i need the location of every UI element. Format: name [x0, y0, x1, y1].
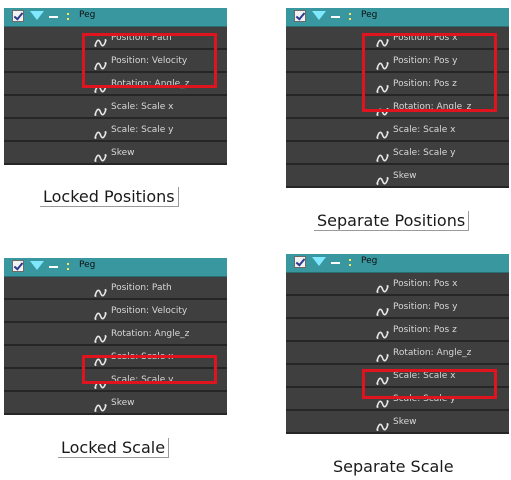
function-row[interactable]: Position: Pos x [286, 273, 509, 296]
checkbox-icon[interactable] [12, 260, 24, 272]
minus-icon [331, 262, 340, 264]
peg-label: Peg [361, 10, 378, 20]
checkbox-icon[interactable] [12, 10, 24, 22]
function-rows: Position: Pos x Position: Pos y Position: … [286, 273, 509, 434]
function-row-label: Position: Pos y [393, 301, 458, 312]
function-row-content: Position: Pos z [376, 319, 457, 340]
function-curve-icon [376, 417, 389, 431]
function-row-label: Rotation: Angle_z [111, 328, 190, 339]
highlight-box [82, 33, 217, 88]
function-row-label: Position: Pos x [393, 278, 458, 289]
function-rows: Position: Path Position: Velocity Rotation… [4, 277, 227, 415]
function-row[interactable]: Skew [4, 392, 227, 415]
function-row[interactable]: Position: Velocity [4, 300, 227, 323]
highlight-box [362, 33, 497, 112]
function-row-label: Position: Pos z [393, 324, 457, 335]
function-row-content: Skew [94, 392, 135, 413]
caption-separate-scale: Separate Scale [333, 457, 454, 476]
function-curve-icon [94, 102, 107, 116]
function-row-content: Skew [94, 142, 135, 163]
function-row-content: Scale: Scale x [94, 96, 174, 117]
function-row-label: Scale: Scale x [393, 124, 456, 135]
checkbox-icon[interactable] [294, 10, 306, 22]
minus-icon [49, 16, 58, 18]
function-row-label: Position: Velocity [111, 305, 188, 316]
function-row-content: Position: Pos x [376, 273, 457, 294]
function-curve-icon [376, 348, 389, 362]
function-row-label: Skew [393, 170, 417, 181]
function-row-content: Rotation: Angle_z [376, 342, 471, 363]
triangle-down-icon[interactable] [30, 11, 44, 20]
peg-label: Peg [79, 10, 96, 20]
function-row-content: Scale: Scale x [376, 119, 456, 140]
highlight-box [82, 355, 217, 384]
function-curve-icon [376, 279, 389, 293]
function-curve-icon [94, 306, 107, 320]
peg-layer-header[interactable]: Peg [4, 8, 227, 27]
peg-dots-icon [66, 262, 71, 272]
peg-layer-header[interactable]: Peg [286, 8, 509, 27]
function-row-label: Position: Path [111, 282, 172, 293]
peg-layer-header[interactable]: Peg [4, 258, 227, 277]
layer-panel-locked-scale: Peg Position: Path Position: Velocity Rota… [4, 258, 227, 415]
function-row[interactable]: Rotation: Angle_z [4, 323, 227, 346]
peg-dots-icon [348, 258, 353, 268]
function-row[interactable]: Skew [286, 411, 509, 434]
minus-icon [49, 266, 58, 268]
function-row-label: Rotation: Angle_z [393, 347, 472, 358]
function-curve-icon [94, 125, 107, 139]
function-row-content: Skew [376, 165, 417, 186]
triangle-down-icon[interactable] [30, 261, 44, 270]
highlight-box [362, 369, 497, 399]
function-row[interactable]: Skew [286, 165, 509, 188]
function-row-content: Scale: Scale y [376, 142, 456, 163]
peg-dots-icon [66, 12, 71, 22]
function-row[interactable]: Position: Pos y [286, 296, 509, 319]
function-curve-icon [94, 148, 107, 162]
function-row[interactable]: Scale: Scale y [286, 142, 509, 165]
function-row[interactable]: Position: Pos z [286, 319, 509, 342]
function-row[interactable]: Position: Path [4, 277, 227, 300]
peg-dots-icon [348, 12, 353, 22]
caption-locked-positions: Locked Positions [40, 187, 179, 207]
function-row-content: Position: Path [94, 277, 172, 298]
function-curve-icon [94, 398, 107, 412]
function-curve-icon [94, 283, 107, 297]
function-row[interactable]: Scale: Scale x [286, 119, 509, 142]
function-row-content: Scale: Scale y [94, 119, 174, 140]
function-curve-icon [376, 171, 389, 185]
checkbox-icon[interactable] [294, 256, 306, 268]
function-row[interactable]: Rotation: Angle_z [286, 342, 509, 365]
function-row-label: Scale: Scale y [111, 124, 174, 135]
minus-icon [331, 16, 340, 18]
function-row-content: Position: Velocity [94, 300, 187, 321]
function-row-label: Scale: Scale x [111, 101, 174, 112]
function-row-content: Position: Pos y [376, 296, 457, 317]
triangle-down-icon[interactable] [312, 11, 326, 20]
function-curve-icon [376, 302, 389, 316]
function-row[interactable]: Skew [4, 142, 227, 165]
function-curve-icon [376, 325, 389, 339]
function-row-label: Skew [111, 147, 135, 158]
peg-layer-header[interactable]: Peg [286, 254, 509, 273]
function-curve-icon [376, 125, 389, 139]
function-row-label: Scale: Scale y [393, 147, 456, 158]
function-curve-icon [94, 329, 107, 343]
function-row-label: Skew [393, 416, 417, 427]
caption-separate-positions: Separate Positions [314, 211, 470, 231]
function-row[interactable]: Scale: Scale x [4, 96, 227, 119]
layer-panel-separate-scale: Peg Position: Pos x Position: Pos y Positi… [286, 254, 509, 434]
triangle-down-icon[interactable] [312, 257, 326, 266]
function-curve-icon [376, 148, 389, 162]
function-row-label: Skew [111, 397, 135, 408]
caption-locked-scale: Locked Scale [58, 438, 170, 458]
peg-label: Peg [361, 256, 378, 266]
function-row-content: Skew [376, 411, 417, 432]
function-row[interactable]: Scale: Scale y [4, 119, 227, 142]
function-row-content: Rotation: Angle_z [94, 323, 189, 344]
peg-label: Peg [79, 260, 96, 270]
